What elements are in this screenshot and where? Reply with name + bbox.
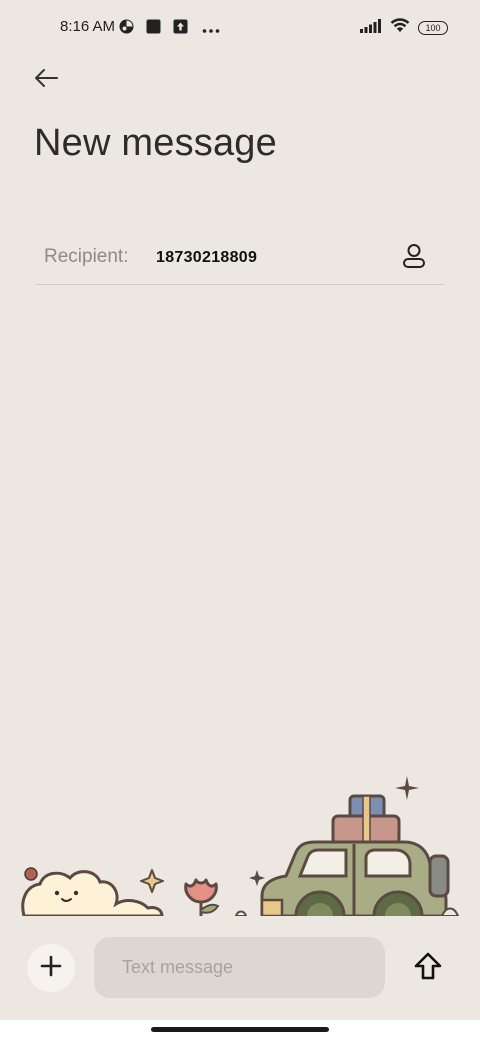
- compose-bar: [0, 916, 480, 1020]
- arrow-left-icon: [33, 68, 59, 92]
- square-notification-icon: [146, 19, 161, 38]
- recipient-field[interactable]: Recipient: 18730218809: [36, 236, 444, 285]
- plus-icon: [39, 954, 63, 982]
- send-button[interactable]: [408, 948, 448, 988]
- person-icon: [402, 243, 426, 273]
- system-icons: 100: [360, 18, 448, 37]
- more-dots-icon: [202, 19, 220, 38]
- decorative-illustration: [0, 760, 480, 942]
- contact-picker-button[interactable]: [398, 242, 430, 274]
- wifi-icon: [390, 18, 410, 37]
- app-notification-icon: [119, 19, 134, 38]
- send-arrow-up-icon: [413, 951, 443, 985]
- notification-icons: [119, 19, 220, 38]
- navigation-bar: [0, 1020, 480, 1040]
- signal-icon: [360, 18, 382, 37]
- home-indicator[interactable]: [151, 1027, 329, 1032]
- page-title: New message: [34, 122, 277, 164]
- battery-icon: 100: [418, 20, 448, 35]
- attach-button[interactable]: [27, 944, 75, 992]
- status-bar: 8:16 AM 100: [0, 0, 480, 56]
- upload-notification-icon: [173, 19, 188, 38]
- recipient-value[interactable]: 18730218809: [156, 249, 257, 267]
- message-input[interactable]: [94, 937, 385, 998]
- recipient-label: Recipient:: [44, 246, 129, 267]
- status-time: 8:16 AM: [60, 18, 116, 35]
- back-button[interactable]: [28, 64, 64, 96]
